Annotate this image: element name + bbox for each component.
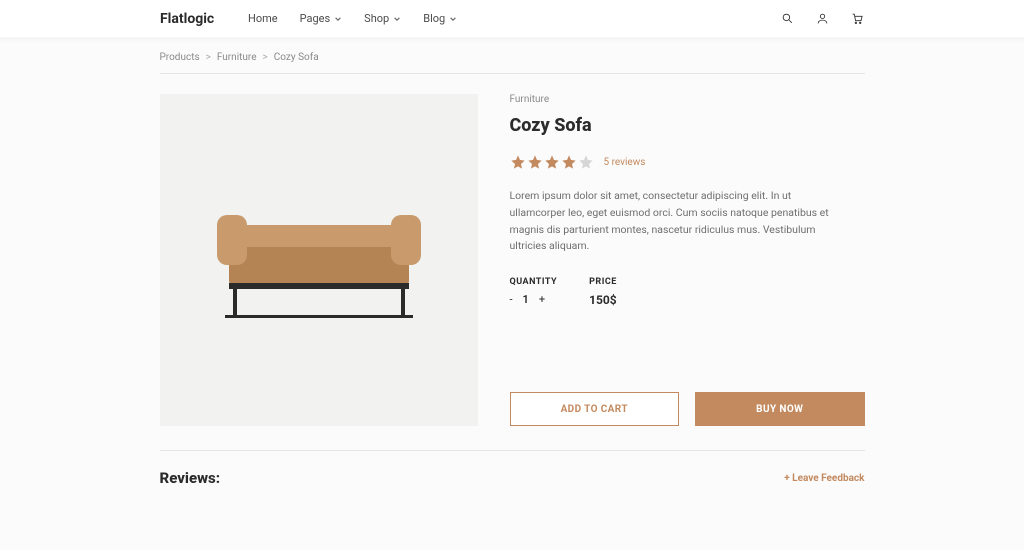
search-icon[interactable] [781,12,794,25]
quantity-increase-button[interactable]: + [539,293,545,306]
nav-blog[interactable]: Blog [423,12,457,25]
star-icon [578,154,594,170]
nav-shop[interactable]: Shop [364,12,401,25]
quantity-decrease-button[interactable]: - [510,293,513,306]
leave-feedback-button[interactable]: + Leave Feedback [784,473,864,484]
nav-pages-label: Pages [300,12,331,25]
star-icon [510,154,526,170]
breadcrumb-products[interactable]: Products [160,52,200,63]
product-section: Furniture Cozy Sofa 5 reviews Lorem ipsu… [160,74,865,451]
chevron-down-icon [449,15,457,23]
user-icon[interactable] [816,12,829,25]
breadcrumb-current: Cozy Sofa [274,52,319,63]
breadcrumb-separator: > [263,52,268,63]
product-category: Furniture [510,94,865,105]
quantity-section: QUANTITY - 1 + [510,277,558,307]
star-icon [561,154,577,170]
product-image [199,185,439,335]
nav-blog-label: Blog [423,12,445,25]
reviews-link[interactable]: 5 reviews [604,157,646,168]
nav-home[interactable]: Home [248,12,278,25]
site-header: Flatlogic Home Pages Shop Blog [0,0,1024,38]
product-image-gallery[interactable] [160,94,478,426]
logo[interactable]: Flatlogic [28,11,228,27]
chevron-down-icon [393,15,401,23]
cart-icon[interactable] [851,12,864,25]
nav-home-label: Home [248,12,278,25]
price-label: PRICE [589,277,617,287]
quantity-label: QUANTITY [510,277,558,287]
star-rating [510,154,594,170]
quantity-value: 1 [523,293,529,306]
reviews-header: Reviews: + Leave Feedback [160,451,865,487]
main-nav: Home Pages Shop Blog [228,12,781,25]
add-to-cart-button[interactable]: ADD TO CART [510,392,680,426]
nav-shop-label: Shop [364,12,389,25]
buy-now-button[interactable]: BUY NOW [695,392,865,426]
star-icon [544,154,560,170]
quantity-price-row: QUANTITY - 1 + PRICE 150$ [510,277,865,307]
breadcrumb-separator: > [206,52,211,63]
reviews-heading: Reviews: [160,469,221,487]
star-icon [527,154,543,170]
price-value: 150$ [589,293,617,307]
breadcrumb: Products > Furniture > Cozy Sofa [160,38,865,74]
header-icons [781,12,996,25]
quantity-stepper: - 1 + [510,293,558,306]
product-details: Furniture Cozy Sofa 5 reviews Lorem ipsu… [510,94,865,426]
product-description: Lorem ipsum dolor sit amet, consectetur … [510,188,850,255]
cta-row: ADD TO CART BUY NOW [510,392,865,426]
breadcrumb-category[interactable]: Furniture [217,52,257,63]
rating-row: 5 reviews [510,154,865,170]
chevron-down-icon [334,15,342,23]
product-title: Cozy Sofa [510,115,865,136]
price-section: PRICE 150$ [589,277,617,307]
nav-pages[interactable]: Pages [300,12,343,25]
